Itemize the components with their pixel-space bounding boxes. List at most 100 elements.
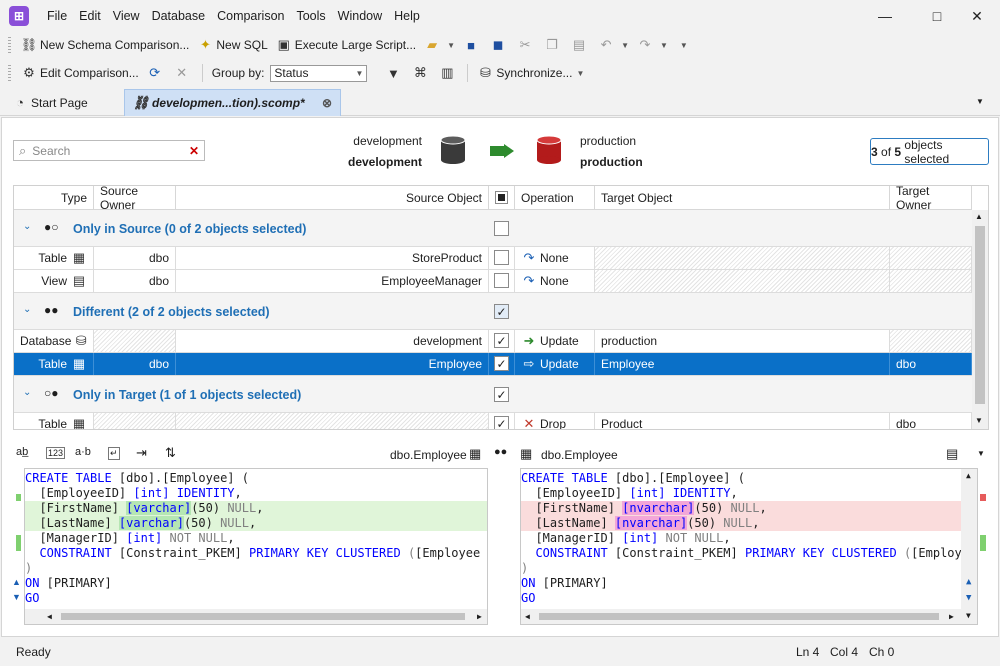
number-format-icon[interactable]: 123	[46, 447, 66, 459]
chevron-down-icon[interactable]: ⌄	[23, 304, 31, 315]
toolbar-grip[interactable]	[8, 37, 11, 53]
filter-button[interactable]: ▼	[381, 62, 408, 84]
execute-script-icon: ▣	[277, 37, 290, 52]
status-column: Col 4	[830, 645, 859, 659]
whitespace-icon[interactable]: a·b	[75, 446, 91, 458]
group-only-in-source[interactable]: ⌄ ●○ Only in Source (0 of 2 objects sele…	[14, 210, 972, 247]
row-type: Table	[38, 417, 67, 430]
stop-button[interactable]: ✕	[170, 62, 197, 84]
selected-objects-counter[interactable]: 3 of 5 objects selected	[870, 138, 989, 166]
edit-comparison-button[interactable]: ⚙ Edit Comparison...	[17, 62, 143, 84]
refresh-button[interactable]: ⟳	[143, 62, 170, 84]
new-schema-comparison-button[interactable]: ⛓ New Schema Comparison...	[17, 34, 193, 56]
left-code-pane[interactable]: CREATE TABLE [dbo].[Employee] ( [Employe…	[24, 468, 488, 625]
object-filter-button[interactable]: ⌘	[408, 62, 435, 84]
group-by-select[interactable]: Status ▼	[270, 64, 368, 82]
column-header-type[interactable]: Type	[14, 186, 94, 210]
group-checkbox[interactable]	[494, 221, 509, 236]
column-header-target-object[interactable]: Target Object	[595, 186, 890, 210]
table-row-selected[interactable]: Table ▦ dbo Employee ✓ ⇨ Update Employee d…	[14, 353, 972, 376]
save-button[interactable]: ■	[459, 34, 486, 56]
row-checkbox[interactable]: ✓	[494, 333, 509, 348]
paste-button[interactable]: ▤	[567, 34, 594, 56]
report-button[interactable]: ▥	[435, 62, 462, 84]
next-difference-icon[interactable]: ▼	[12, 590, 21, 605]
scroll-left-icon[interactable]: ◀	[47, 612, 52, 621]
undo-button[interactable]: ↶ ▼	[594, 34, 633, 56]
left-horizontal-scrollbar[interactable]: ◀ ▶	[25, 609, 487, 624]
toolbar-grip-2[interactable]	[8, 65, 11, 81]
table-row[interactable]: Table ▦ ✓ ✕ Drop Product dbo	[14, 413, 972, 430]
copy-button[interactable]: ❐	[540, 34, 567, 56]
column-header-checkbox[interactable]	[489, 186, 515, 210]
row-checkbox[interactable]	[494, 250, 509, 265]
scroll-up-icon[interactable]: ▲	[966, 471, 971, 480]
select-all-checkbox[interactable]	[495, 191, 508, 204]
tab-start-page[interactable]: ◔ Start Page	[4, 89, 122, 116]
close-window-button[interactable]: ✕	[954, 0, 1000, 32]
indent-icon[interactable]: ⇥	[136, 445, 147, 461]
right-code-pane[interactable]: CREATE TABLE [dbo].[Employee] ( [Employe…	[520, 468, 978, 625]
prev-difference-icon[interactable]: ▲	[966, 577, 971, 587]
group-checkbox[interactable]: ✓	[494, 304, 509, 319]
tabs-dropdown-icon[interactable]: ▼	[976, 97, 984, 106]
chevron-down-icon[interactable]: ⌄	[23, 387, 31, 398]
row-checkbox[interactable]	[494, 273, 509, 288]
prev-difference-icon[interactable]: ▲	[12, 575, 21, 590]
source-connection-label: development	[353, 134, 422, 148]
right-horizontal-scrollbar[interactable]: ◀ ▶	[521, 609, 961, 624]
clear-search-icon[interactable]: ✕	[189, 144, 199, 158]
right-vertical-scrollbar[interactable]: ▲ ▲ ▼ ▼	[961, 469, 977, 624]
tab-close-icon[interactable]: ⊗	[322, 96, 332, 110]
chevron-down-icon[interactable]: ⌄	[23, 221, 31, 232]
menu-file[interactable]: File	[41, 0, 73, 32]
menu-database[interactable]: Database	[146, 0, 212, 32]
layout-icon[interactable]: ▤	[946, 446, 958, 462]
group-different[interactable]: ⌄ ●● Different (2 of 2 objects selected)…	[14, 293, 972, 330]
scroll-thumb[interactable]	[539, 613, 939, 620]
minimize-button[interactable]: —	[862, 0, 908, 32]
group-only-in-target[interactable]: ⌄ ○● Only in Target (1 of 1 objects sele…	[14, 376, 972, 413]
scroll-up-icon[interactable]: ▲	[975, 212, 983, 221]
table-row[interactable]: Database ⛁ development ✓ ➜ Update producti…	[14, 330, 972, 353]
row-type: Table	[38, 357, 67, 371]
menu-edit[interactable]: Edit	[73, 0, 107, 32]
scroll-right-icon[interactable]: ▶	[949, 612, 954, 621]
menu-view[interactable]: View	[107, 0, 146, 32]
search-input[interactable]: ⌕ Search ✕	[13, 140, 205, 161]
scroll-right-icon[interactable]: ▶	[477, 612, 482, 621]
row-checkbox[interactable]: ✓	[494, 416, 509, 429]
open-button[interactable]: ▰ ▼	[420, 34, 459, 56]
menu-tools[interactable]: Tools	[290, 0, 331, 32]
scroll-thumb[interactable]	[975, 226, 985, 404]
menu-comparison[interactable]: Comparison	[211, 0, 290, 32]
column-header-target-owner[interactable]: Target Owner	[890, 186, 972, 212]
save-all-button[interactable]: ◼	[486, 34, 513, 56]
synchronize-button[interactable]: ⛁ Synchronize... ▼	[473, 62, 588, 84]
column-header-source-object[interactable]: Source Object	[176, 186, 489, 210]
table-row[interactable]: View ▤ dbo EmployeeManager ↷ None	[14, 270, 972, 293]
column-header-source-owner[interactable]: Source Owner	[94, 186, 176, 212]
grid-vertical-scrollbar[interactable]: ▲ ▼	[972, 210, 988, 429]
next-difference-icon[interactable]: ▼	[966, 593, 971, 603]
redo-button[interactable]: ↷ ▼	[633, 34, 672, 56]
menu-help[interactable]: Help	[388, 0, 426, 32]
execute-large-script-button[interactable]: ▣ Execute Large Script...	[272, 34, 420, 56]
cut-button[interactable]: ✂	[513, 34, 540, 56]
scroll-left-icon[interactable]: ◀	[525, 612, 530, 621]
tab-comparison-document[interactable]: ⛓ developmen...tion).scomp* ⊗	[124, 89, 341, 116]
menu-window[interactable]: Window	[332, 0, 388, 32]
toolbar-overflow-button[interactable]: ▼	[672, 34, 692, 56]
group-checkbox[interactable]: ✓	[494, 387, 509, 402]
line-endings-icon[interactable]: ↵	[108, 447, 120, 460]
scroll-down-icon[interactable]: ▼	[966, 611, 971, 620]
scroll-thumb[interactable]	[61, 613, 465, 620]
row-checkbox[interactable]: ✓	[494, 356, 509, 371]
column-header-operation[interactable]: Operation	[515, 186, 595, 210]
new-sql-button[interactable]: ✦ New SQL	[193, 34, 271, 56]
sort-icon[interactable]: ⇅	[165, 445, 176, 461]
layout-dropdown-icon[interactable]: ▼	[977, 449, 985, 458]
scroll-down-icon[interactable]: ▼	[975, 416, 983, 425]
table-row[interactable]: Table ▦ dbo StoreProduct ↷ None	[14, 247, 972, 270]
ignore-case-icon[interactable]: ab̲	[16, 446, 28, 458]
